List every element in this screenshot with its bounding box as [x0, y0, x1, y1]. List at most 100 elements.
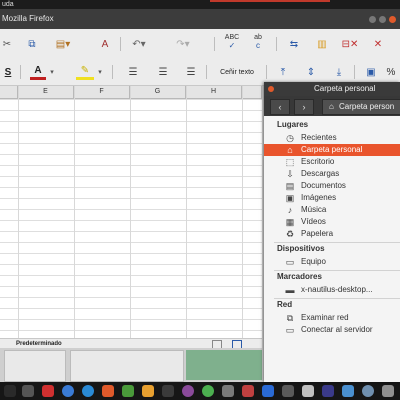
divider [274, 270, 400, 271]
styles-button[interactable]: S [2, 63, 14, 81]
gridline [74, 86, 75, 338]
pdf-icon[interactable] [242, 385, 254, 397]
spelling-icon[interactable]: ABC ✓ [222, 33, 242, 51]
sidebar-item-label: Descargas [301, 169, 340, 178]
row-insert-icon[interactable]: ⇆ [284, 35, 304, 53]
column-header-g[interactable]: G [130, 86, 186, 98]
sidebar-item-papelera[interactable]: ♻ Papelera [264, 228, 400, 240]
sidebar-item-carpeta-personal[interactable]: ⌂ Carpeta personal [264, 144, 400, 156]
browser-titlebar: Mozilla Firefox [0, 9, 400, 29]
notes-icon[interactable] [302, 385, 314, 397]
clone-formatting-icon[interactable]: A [96, 35, 114, 53]
background-window-green[interactable] [186, 350, 262, 380]
file-manager-titlebar: Carpeta personal [264, 82, 400, 96]
back-button[interactable]: ‹ [270, 99, 290, 115]
folder-icon: ▬ [285, 285, 295, 295]
column-header-f[interactable]: F [74, 86, 130, 98]
column-headers: E F G H [0, 86, 262, 99]
sidebar-item-examinar-red[interactable]: ⧉ Examinar red [264, 312, 400, 324]
column-header-e[interactable]: E [18, 86, 74, 98]
delete-rows-icon[interactable]: ⊟✕ [340, 35, 360, 53]
column-insert-icon[interactable]: ▥ [312, 35, 332, 53]
terminal-icon[interactable] [142, 385, 154, 397]
sync-icon[interactable] [362, 385, 374, 397]
path-bar-button[interactable]: ⌂ Carpeta person [322, 99, 400, 115]
mail-icon[interactable] [42, 385, 54, 397]
align-left-icon[interactable]: ☰ [126, 63, 140, 81]
sidebar-item-descargas[interactable]: ⇩ Descargas [264, 168, 400, 180]
wrap-text-button[interactable]: Ceñir texto [212, 63, 262, 81]
file-manager-title: Carpeta personal [314, 84, 376, 93]
autocorrect-label: ab [254, 34, 262, 41]
sidebar-item-conectar-servidor[interactable]: ▭ Conectar al servidor [264, 324, 400, 336]
undo-icon[interactable]: ↶▾ [126, 35, 152, 53]
browser-icon[interactable] [62, 385, 74, 397]
apps-icon[interactable] [4, 385, 16, 397]
maximize-icon[interactable] [379, 16, 386, 23]
sidebar-item-imagenes[interactable]: ▣ Imágenes [264, 192, 400, 204]
align-middle-icon[interactable]: ⇕ [304, 63, 318, 81]
video-app-icon[interactable] [222, 385, 234, 397]
section-bookmarks: Marcadores [277, 272, 322, 281]
path-label: Carpeta person [339, 102, 395, 111]
background-window-thumbnail[interactable] [4, 350, 66, 382]
close-icon[interactable] [389, 16, 396, 23]
redo-icon[interactable]: ↷▾ [170, 35, 196, 53]
sidebar-item-recientes[interactable]: ◷ Recientes [264, 132, 400, 144]
trash-dock-icon[interactable] [382, 385, 394, 397]
gridline [242, 86, 243, 338]
column-header-partial[interactable] [242, 86, 262, 98]
spreadsheet-grid[interactable]: E F G H [0, 86, 262, 338]
files-icon[interactable] [22, 385, 34, 397]
percent-format-icon[interactable]: % [384, 63, 398, 81]
tools-icon[interactable] [162, 385, 174, 397]
store-icon[interactable] [102, 385, 114, 397]
separator [120, 37, 121, 51]
gridline [130, 86, 131, 338]
align-bottom-icon[interactable]: ⤓ [332, 63, 346, 81]
highlight-color-icon[interactable]: ✎ [76, 63, 94, 80]
highlight-dropdown-icon[interactable]: ▾ [96, 63, 104, 81]
corner-header[interactable] [0, 86, 18, 98]
app-icon[interactable] [322, 385, 334, 397]
settings-icon[interactable] [282, 385, 294, 397]
sidebar-item-documentos[interactable]: ▤ Documentos [264, 180, 400, 192]
column-header-h[interactable]: H [186, 86, 242, 98]
delete-columns-icon[interactable]: ✕ [368, 35, 388, 53]
cell-area[interactable] [0, 99, 262, 338]
align-top-icon[interactable]: ⤒ [276, 63, 290, 81]
sidebar-item-musica[interactable]: ♪ Música [264, 204, 400, 216]
sidebar-item-label: Conectar al servidor [301, 325, 373, 334]
top-panel: uda [0, 0, 400, 9]
chat-icon[interactable] [82, 385, 94, 397]
align-center-icon[interactable]: ☰ [156, 63, 170, 81]
autocorrect-icon[interactable]: ab c [248, 33, 268, 51]
calc-icon[interactable] [122, 385, 134, 397]
editor-icon[interactable] [262, 385, 274, 397]
sidebar-item-bookmark[interactable]: ▬ x-nautilus-desktop... [264, 284, 400, 296]
hashtag-icon[interactable] [342, 385, 354, 397]
font-color-button[interactable]: A [30, 63, 46, 80]
minimize-icon[interactable] [369, 16, 376, 23]
spelling-label: ABC [224, 34, 240, 41]
copy-icon[interactable]: ⧉ [24, 35, 40, 53]
sidebar-item-label: Música [301, 205, 327, 214]
menu-text[interactable]: uda [2, 0, 14, 9]
separator [266, 65, 267, 79]
font-color-dropdown-icon[interactable]: ▾ [48, 63, 56, 81]
sidebar-item-escritorio[interactable]: ⬚ Escritorio [264, 156, 400, 168]
dock [0, 382, 400, 400]
background-window-thumbnail[interactable] [70, 350, 184, 382]
cut-icon[interactable]: ✂ [0, 35, 14, 53]
music-app-icon[interactable] [182, 385, 194, 397]
paste-icon[interactable]: ▤▾ [52, 35, 74, 53]
spotify-icon[interactable] [202, 385, 214, 397]
currency-format-icon[interactable]: ▣ [362, 63, 380, 81]
standard-toolbar: ✂ ⧉ ▤▾ A ↶▾ ↷▾ ABC ✓ ab c ⇆ ▥ ⊟✕ ✕ [0, 29, 400, 61]
forward-button[interactable]: › [294, 99, 314, 115]
close-icon[interactable] [268, 86, 274, 92]
sidebar-item-videos[interactable]: ▦ Vídeos [264, 216, 400, 228]
align-right-icon[interactable]: ☰ [184, 63, 198, 81]
sidebar-item-equipo[interactable]: ▭ Equipo [264, 256, 400, 268]
separator [214, 37, 215, 51]
